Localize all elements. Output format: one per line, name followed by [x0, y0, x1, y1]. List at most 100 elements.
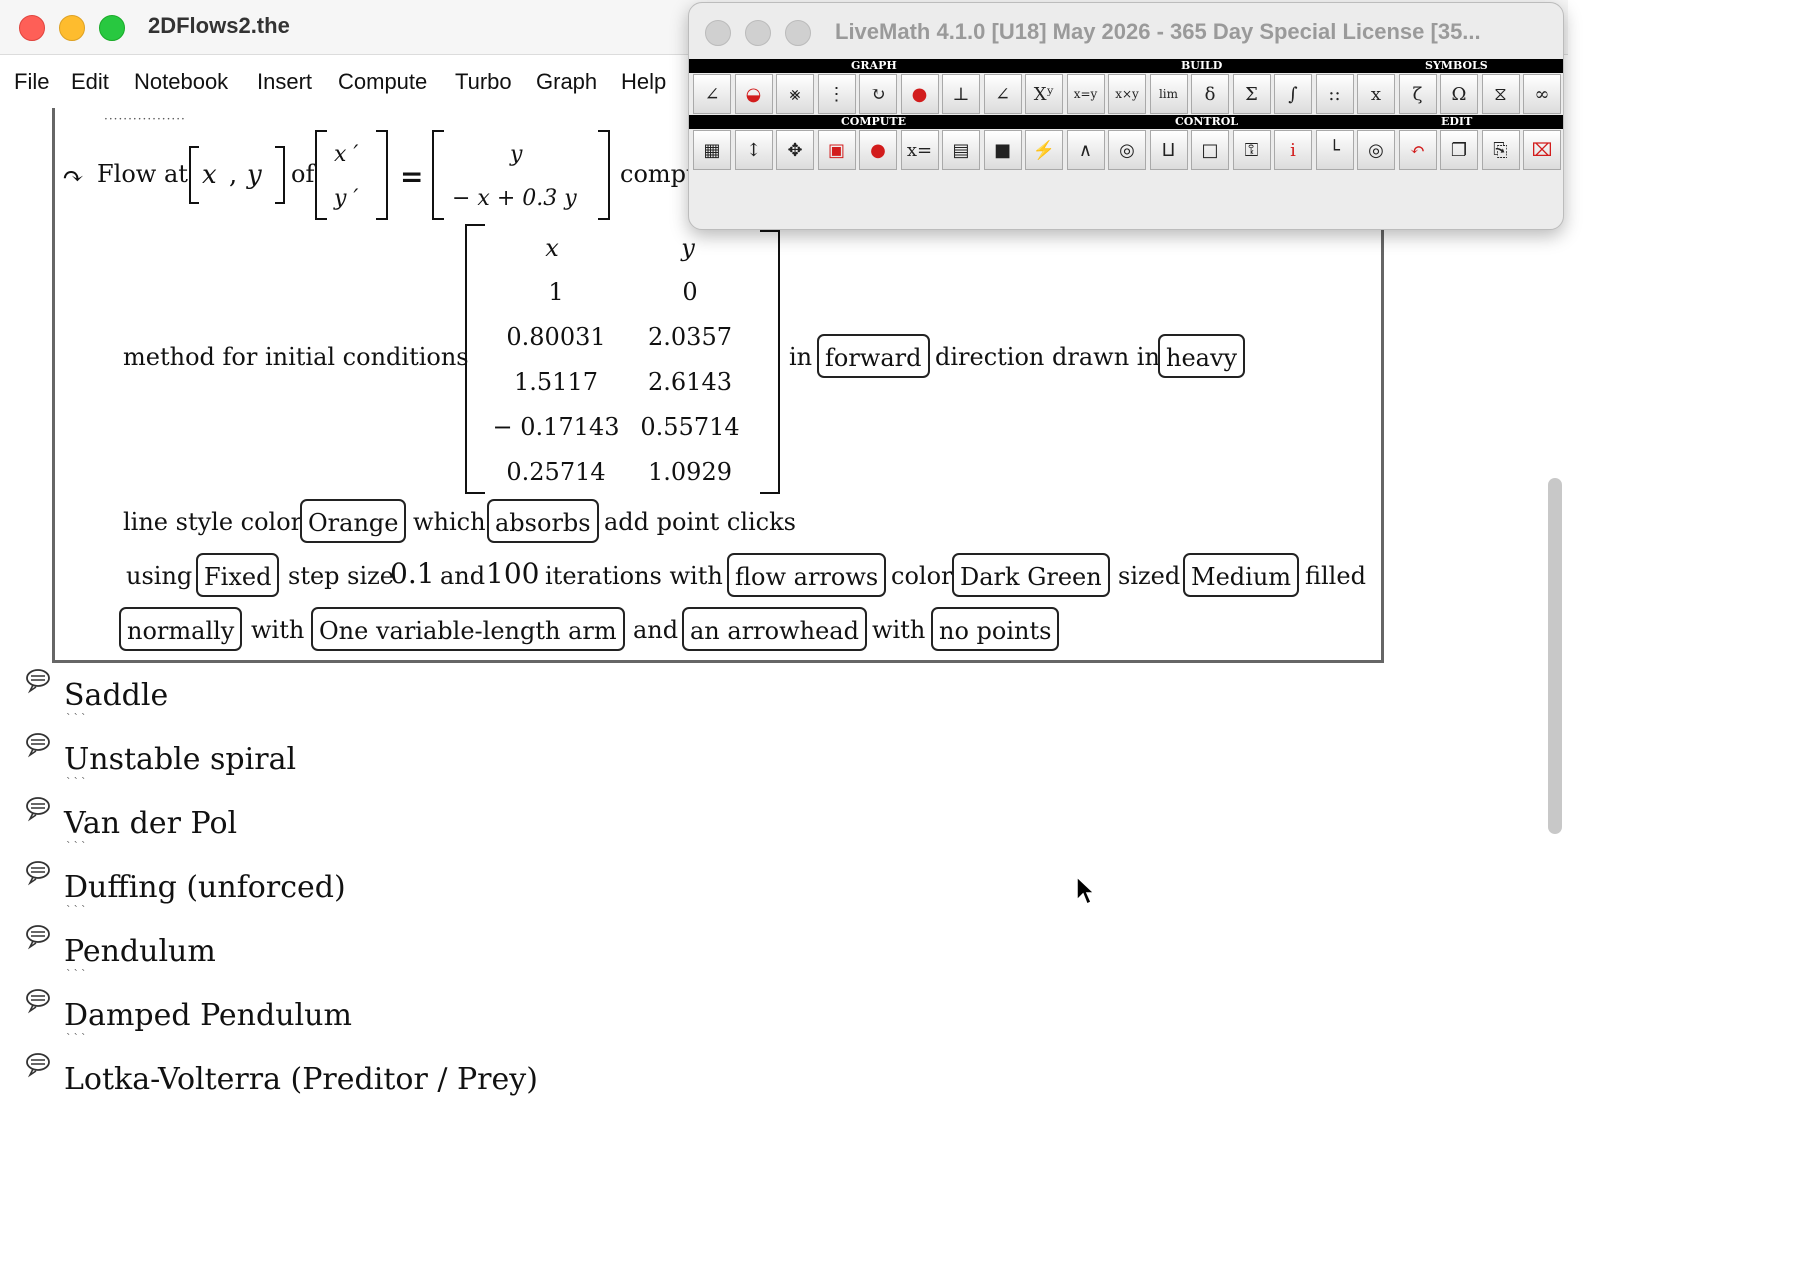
axes-control-icon[interactable]: └: [1315, 130, 1354, 170]
comment-bubble-icon[interactable]: [24, 1052, 52, 1078]
menu-edit[interactable]: Edit: [71, 69, 109, 95]
group-control-label: CONTROL: [1175, 115, 1239, 128]
comment-icon[interactable]: ◎: [1357, 130, 1395, 170]
step-size-value[interactable]: 0.1: [390, 552, 435, 596]
copy-icon[interactable]: ❐: [1440, 130, 1478, 170]
group-icon[interactable]: ▣: [817, 130, 856, 170]
palette-zoom-button[interactable]: [785, 20, 811, 46]
matrix-cell[interactable]: − 0.17143: [486, 413, 626, 441]
matrix-cell[interactable]: 2.6143: [620, 368, 760, 396]
direction-popup[interactable]: forward: [817, 334, 930, 378]
rhs-top: y: [510, 142, 523, 167]
lightning-icon[interactable]: ⚡: [1025, 130, 1063, 170]
limit-icon[interactable]: lim: [1149, 74, 1188, 114]
equation-icon[interactable]: x=y: [1066, 74, 1105, 114]
zeta-icon[interactable]: ζ: [1398, 74, 1437, 114]
palette-close-button[interactable]: [705, 20, 731, 46]
lock-icon[interactable]: ⚿: [1232, 130, 1271, 170]
matrix-icon[interactable]: ::: [1315, 74, 1354, 114]
matrix-cell[interactable]: 1: [486, 278, 626, 306]
menu-help[interactable]: Help: [621, 69, 666, 95]
vertical-scrollbar[interactable]: [1548, 478, 1562, 834]
absorbs-popup[interactable]: absorbs: [487, 499, 599, 543]
menu-compute[interactable]: Compute: [338, 69, 427, 95]
calculator-icon[interactable]: ▦: [693, 130, 731, 170]
flow-icon[interactable]: ↷: [62, 162, 84, 192]
target-icon[interactable]: ◎: [1108, 130, 1146, 170]
size-popup[interactable]: Medium: [1183, 553, 1300, 597]
rhs-bracket-right: [598, 130, 610, 220]
solve-icon[interactable]: x=: [900, 130, 939, 170]
close-button[interactable]: [19, 15, 45, 41]
graph-sphere-icon[interactable]: ●: [900, 74, 939, 114]
comment-bubble-icon[interactable]: [24, 732, 52, 758]
mouse-pointer-icon: [1076, 876, 1096, 906]
comment-bubble-icon[interactable]: [24, 668, 52, 694]
section-title: Damped Pendulum: [64, 998, 352, 1033]
step-size-label: step size: [288, 562, 394, 590]
matrix-cell[interactable]: 0.80031: [486, 323, 626, 351]
method-popup[interactable]: Fixed: [196, 553, 280, 597]
matrix-cell[interactable]: 0: [620, 278, 760, 306]
graph-param-icon[interactable]: ∠: [983, 74, 1022, 114]
zoom-button[interactable]: [99, 15, 125, 41]
hourglass-icon[interactable]: ⧖: [1481, 74, 1520, 114]
paste-icon[interactable]: ⎘: [1481, 130, 1520, 170]
matrix-cell[interactable]: 0.55714: [620, 413, 760, 441]
fill-mode-popup[interactable]: normally: [119, 607, 243, 651]
table-icon[interactable]: ▤: [942, 130, 980, 170]
graph-axes-icon[interactable]: ∠: [693, 74, 731, 114]
graph-spiral-icon[interactable]: ↻: [859, 74, 897, 114]
graph-grid-icon[interactable]: ⋮: [817, 74, 856, 114]
var-x: x: [202, 160, 217, 190]
menu-file[interactable]: File: [14, 69, 49, 95]
integral-icon[interactable]: ∫: [1274, 74, 1312, 114]
menu-turbo[interactable]: Turbo: [455, 69, 512, 95]
line-color-popup[interactable]: Orange: [300, 499, 407, 543]
points-popup[interactable]: no points: [931, 607, 1060, 651]
variable-icon[interactable]: x: [1357, 74, 1395, 114]
matrix-cell[interactable]: 0.25714: [486, 458, 626, 486]
infinity-icon[interactable]: ∞: [1523, 74, 1561, 114]
split-icon[interactable]: ↕: [734, 130, 773, 170]
delete-icon[interactable]: ⌧: [1523, 130, 1561, 170]
iterations-value[interactable]: 100: [486, 552, 539, 596]
matrix-cell[interactable]: 1.0929: [620, 458, 760, 486]
comment-bubble-icon[interactable]: [24, 924, 52, 950]
minimize-button[interactable]: [59, 15, 85, 41]
info-icon[interactable]: i: [1274, 130, 1312, 170]
pick-icon[interactable]: ∧: [1066, 130, 1105, 170]
comment-bubble-icon[interactable]: [24, 860, 52, 886]
add-point-label: add point clicks: [604, 508, 796, 536]
evaluate-icon[interactable]: ●: [859, 130, 897, 170]
filter-icon[interactable]: ⨿: [1149, 130, 1188, 170]
move-icon[interactable]: ✥: [776, 130, 814, 170]
comment-bubble-icon[interactable]: [24, 988, 52, 1014]
power-icon[interactable]: Xʸ: [1025, 74, 1063, 114]
matrix-cell[interactable]: 2.0357: [620, 323, 760, 351]
graph-3d-icon[interactable]: ◒: [734, 74, 773, 114]
sum-icon[interactable]: Σ: [1232, 74, 1271, 114]
arrow-color-popup[interactable]: Dark Green: [952, 553, 1110, 597]
flow-arrows-popup[interactable]: flow arrows: [727, 553, 887, 597]
arrowhead-popup[interactable]: an arrowhead: [682, 607, 867, 651]
omega-icon[interactable]: Ω: [1440, 74, 1478, 114]
weight-popup[interactable]: heavy: [1158, 334, 1246, 378]
group-edit-label: EDIT: [1441, 115, 1473, 128]
palette-minimize-button[interactable]: [745, 20, 771, 46]
matrix-bracket-left: [465, 224, 485, 494]
section-title: Saddle: [64, 678, 169, 713]
graph-vector-icon[interactable]: ⊥: [942, 74, 980, 114]
matrix-cell[interactable]: 1.5117: [486, 368, 626, 396]
menu-notebook[interactable]: Notebook: [134, 69, 228, 95]
comment-bubble-icon[interactable]: [24, 796, 52, 822]
cross-product-icon[interactable]: x×y: [1108, 74, 1146, 114]
menu-insert[interactable]: Insert: [257, 69, 312, 95]
memory-icon[interactable]: ■: [983, 130, 1022, 170]
derivative-icon[interactable]: δ: [1191, 74, 1229, 114]
undo-icon[interactable]: ↶: [1398, 130, 1437, 170]
arm-popup[interactable]: One variable-length arm: [311, 607, 625, 651]
graph-polar-icon[interactable]: ⨳: [776, 74, 814, 114]
menu-graph[interactable]: Graph: [536, 69, 597, 95]
frame-icon[interactable]: □: [1191, 130, 1229, 170]
